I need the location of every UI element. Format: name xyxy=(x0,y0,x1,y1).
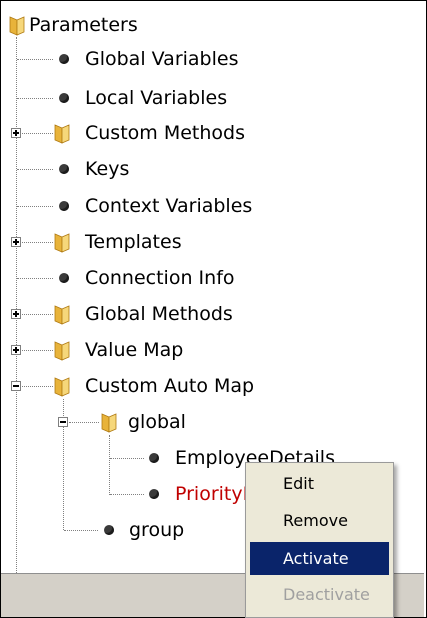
tree-node-custom-auto-map[interactable]: Custom Auto Map xyxy=(1,368,361,404)
bullet-icon xyxy=(59,273,69,283)
tree-node-label: Connection Info xyxy=(85,267,235,289)
tree-node-global[interactable]: global xyxy=(1,404,361,440)
folder-icon xyxy=(101,413,117,433)
tree-node-custom-methods[interactable]: Custom Methods xyxy=(1,115,361,151)
tree-node-label: Parameters xyxy=(29,14,138,36)
folder-icon xyxy=(9,16,25,36)
bullet-icon xyxy=(59,93,69,103)
context-menu: Edit Remove Activate Deactivate xyxy=(245,462,394,618)
expand-plus-icon[interactable] xyxy=(11,309,21,319)
bullet-icon xyxy=(149,453,159,463)
tree-node-label: Keys xyxy=(85,158,130,180)
folder-icon xyxy=(54,377,70,397)
expand-plus-icon[interactable] xyxy=(11,345,21,355)
tree-node-connection-info[interactable]: Connection Info xyxy=(1,260,361,296)
menu-item-remove[interactable]: Remove xyxy=(250,504,389,537)
folder-icon xyxy=(54,305,70,325)
bullet-icon xyxy=(59,164,69,174)
folder-icon xyxy=(54,341,70,361)
tree-node-label: Custom Methods xyxy=(85,122,245,144)
expand-plus-icon[interactable] xyxy=(11,128,21,138)
tree-node-label: Local Variables xyxy=(85,87,228,109)
collapse-minus-icon[interactable] xyxy=(58,417,68,427)
tree-node-templates[interactable]: Templates xyxy=(1,224,361,260)
collapse-minus-icon[interactable] xyxy=(11,381,21,391)
menu-item-edit[interactable]: Edit xyxy=(250,467,389,500)
tree-node-local-variables[interactable]: Local Variables xyxy=(1,80,361,116)
bullet-icon xyxy=(59,54,69,64)
folder-icon xyxy=(54,124,70,144)
tree-node-label: Global Methods xyxy=(85,303,233,325)
tree-node-global-methods[interactable]: Global Methods xyxy=(1,296,361,332)
menu-item-deactivate: Deactivate xyxy=(283,585,370,604)
tree-node-label: Global Variables xyxy=(85,48,239,70)
tree-node-label: Templates xyxy=(85,231,182,253)
tree-node-label: group xyxy=(129,519,185,541)
tree-node-label: Value Map xyxy=(85,339,184,361)
tree-node-keys[interactable]: Keys xyxy=(1,151,361,187)
tree-node-label: Custom Auto Map xyxy=(85,375,255,397)
expand-plus-icon[interactable] xyxy=(11,237,21,247)
bullet-icon xyxy=(104,525,114,535)
tree-node-label: Context Variables xyxy=(85,195,253,217)
tree-node-value-map[interactable]: Value Map xyxy=(1,332,361,368)
tree-node-label: global xyxy=(128,411,186,433)
bullet-icon xyxy=(149,489,159,499)
tree-node-global-variables[interactable]: Global Variables xyxy=(1,41,361,77)
folder-icon xyxy=(54,233,70,253)
bullet-icon xyxy=(59,201,69,211)
tree-node-context-variables[interactable]: Context Variables xyxy=(1,188,361,224)
menu-item-activate[interactable]: Activate xyxy=(250,542,389,575)
